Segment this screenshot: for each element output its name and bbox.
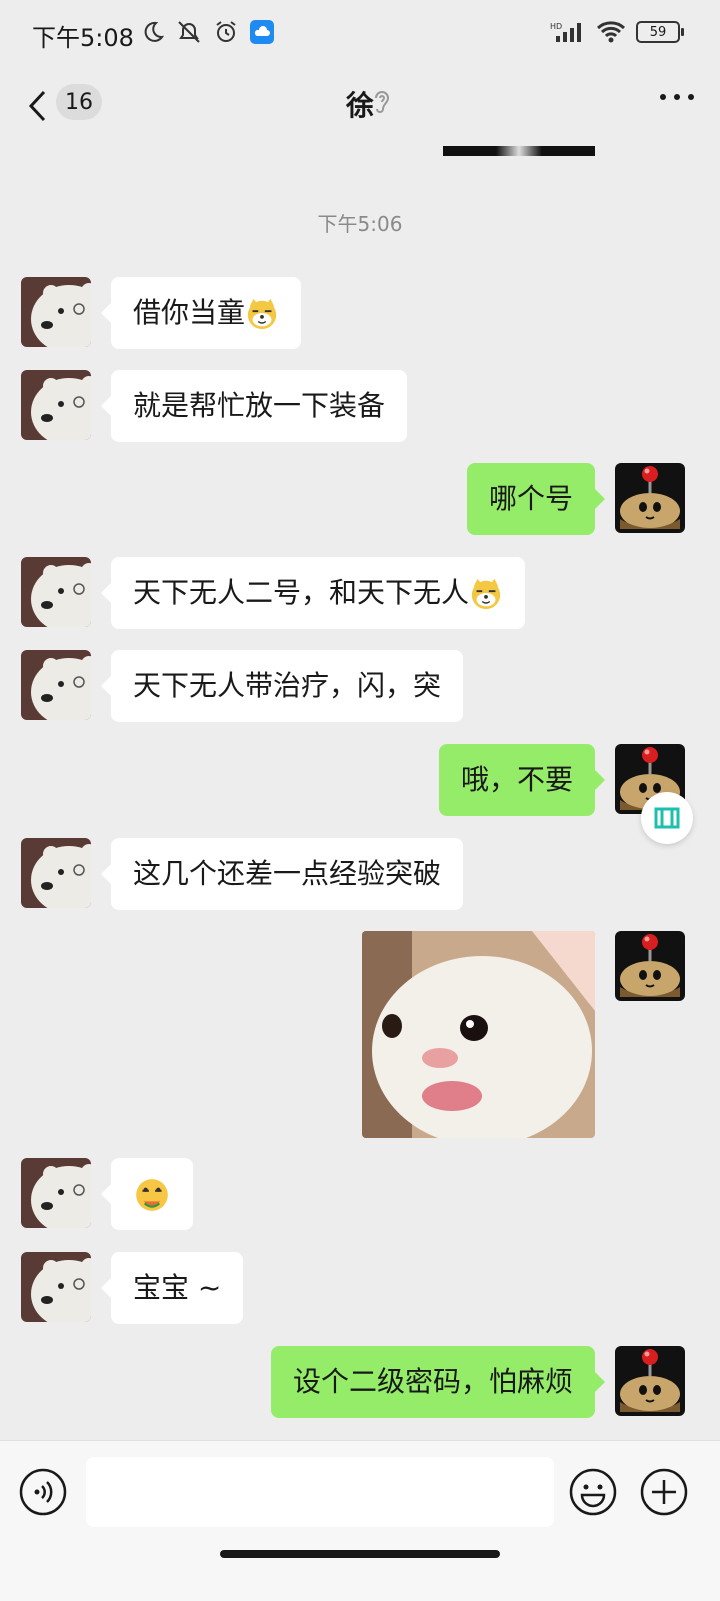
message-row-incoming [21, 557, 91, 631]
message-row-incoming [21, 277, 91, 351]
doge-emoji [245, 297, 279, 331]
add-icon[interactable] [639, 1467, 689, 1517]
previous-image-fragment[interactable] [443, 146, 595, 156]
message-text: 天下无人二号，和天下无人 [133, 576, 470, 609]
message-text: 就是帮忙放一下装备 [133, 389, 386, 422]
cat-tongue-sticker[interactable] [362, 931, 595, 1138]
hd-signal-icon: HD [550, 22, 581, 42]
chat-header: 16 徐 [0, 70, 720, 150]
message-row-incoming [21, 650, 91, 724]
voice-icon[interactable] [18, 1467, 68, 1517]
polar-bear-avatar[interactable] [21, 277, 91, 347]
potato-mine-avatar[interactable] [615, 463, 685, 533]
polar-bear-avatar[interactable] [21, 838, 91, 908]
message-bubble[interactable]: 就是帮忙放一下装备 [100, 370, 408, 442]
message-bubble[interactable]: 天下无人二号，和天下无人 [100, 557, 526, 629]
svg-text:HD: HD [550, 22, 562, 31]
polar-bear-avatar[interactable] [21, 370, 91, 440]
message-row-incoming [21, 838, 91, 912]
emoji-icon[interactable] [568, 1467, 618, 1517]
doge-emoji [469, 577, 503, 611]
message-row-incoming [21, 1252, 91, 1326]
alarm-icon [216, 21, 236, 42]
wifi-icon [596, 21, 626, 43]
message-text: 这几个还差一点经验突破 [133, 857, 442, 890]
message-input[interactable] [86, 1457, 554, 1527]
cube-icon [654, 807, 680, 829]
message-row-outgoing [615, 931, 685, 1005]
home-indicator[interactable] [220, 1550, 500, 1558]
message-bubble-outgoing[interactable]: 哦，不要 [438, 744, 606, 816]
message-bubble[interactable]: 这几个还差一点经验突破 [100, 838, 464, 910]
polar-bear-avatar[interactable] [21, 650, 91, 720]
battery-icon: 59 [636, 21, 684, 43]
message-row-outgoing [615, 463, 685, 537]
floating-assistant-button[interactable] [641, 792, 693, 844]
message-text: 哦，不要 [460, 763, 573, 796]
ear-icon [375, 91, 390, 113]
moon-icon [144, 21, 164, 42]
polar-bear-avatar[interactable] [21, 557, 91, 627]
polar-bear-avatar[interactable] [21, 1252, 91, 1322]
message-bubble[interactable] [101, 1158, 193, 1230]
input-bar [0, 1440, 720, 1601]
message-bubble[interactable]: 借你当童 [100, 277, 302, 349]
message-bubble[interactable]: 天下无人带治疗，闪，突 [100, 650, 464, 722]
polar-bear-avatar[interactable] [21, 1158, 91, 1228]
message-row-outgoing [615, 1346, 685, 1420]
status-bar: 下午5:08 HD 59 [0, 0, 720, 70]
potato-mine-avatar[interactable] [615, 931, 685, 1001]
message-text: 天下无人带治疗，闪，突 [133, 669, 442, 702]
status-icons-right: HD 59 [550, 20, 684, 44]
message-text: 设个二级密码，怕麻烦 [292, 1365, 573, 1398]
message-timestamp: 下午5:06 [317, 212, 403, 236]
status-time: 下午5:08 [32, 24, 134, 52]
chat-title: 徐 [345, 89, 374, 122]
message-bubble[interactable]: 宝宝 ~ [100, 1252, 244, 1324]
more-dots-icon[interactable] [660, 94, 694, 100]
cloud-app-icon [250, 20, 274, 44]
message-text: 哪个号 [488, 482, 573, 515]
smirk-hug-emoji [136, 1179, 168, 1211]
message-text: 宝宝 ~ [133, 1271, 222, 1304]
message-bubble-outgoing[interactable]: 设个二级密码，怕麻烦 [270, 1346, 606, 1418]
message-bubble-outgoing[interactable]: 哪个号 [466, 463, 606, 535]
message-row-incoming [21, 1158, 91, 1232]
status-icons-left [142, 20, 274, 44]
message-text: 借你当童 [133, 296, 246, 329]
potato-mine-avatar[interactable] [615, 1346, 685, 1416]
battery-level: 59 [649, 24, 667, 40]
message-row-incoming [21, 370, 91, 444]
bell-off-icon [178, 21, 200, 43]
